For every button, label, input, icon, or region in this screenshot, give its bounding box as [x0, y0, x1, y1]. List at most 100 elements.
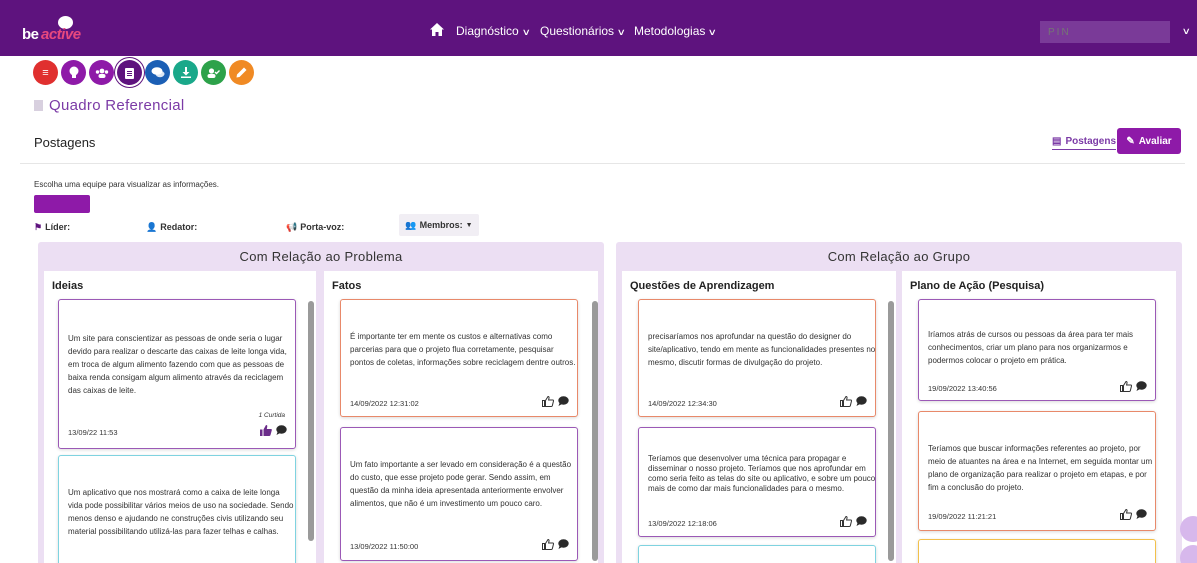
chevron-down-icon: ∨	[521, 27, 531, 37]
avaliar-button[interactable]: ✎ Avaliar	[1117, 128, 1181, 154]
group-icon[interactable]	[89, 60, 114, 85]
download-icon[interactable]	[173, 60, 198, 85]
chat-float-icon[interactable]	[1180, 516, 1197, 542]
post-card[interactable]: Teríamos que buscar informações referent…	[918, 411, 1156, 531]
nav-diagnostico[interactable]: Diagnóstico ∨	[456, 24, 531, 38]
postagens-tab-button[interactable]: ▤ Postagens	[1052, 136, 1117, 150]
thumbs-up-icon[interactable]	[840, 396, 852, 407]
membros-dropdown[interactable]: 👥 Membros: ▼	[399, 214, 479, 236]
thumbs-up-filled-icon[interactable]	[260, 425, 272, 436]
comment-icon[interactable]	[558, 396, 569, 406]
role-redator-label: Redator:	[160, 222, 198, 232]
comment-icon[interactable]	[558, 539, 569, 549]
section-heading: Postagens	[34, 135, 96, 150]
post-date: 14/09/2022 12:31:02	[350, 399, 419, 408]
post-card[interactable]: Um aplicativo que nos mostrará como a ca…	[58, 455, 296, 563]
scroll-up-float-icon[interactable]	[1180, 545, 1197, 563]
column-ideias-title: Ideias	[52, 280, 84, 292]
clipboard-icon[interactable]	[117, 60, 142, 85]
column-ideias: Ideias Um site para conscientizar as pes…	[44, 271, 316, 563]
pencil-icon[interactable]	[229, 60, 254, 85]
lightbulb-icon[interactable]	[61, 60, 86, 85]
likes-count: 1 Curtida	[258, 412, 285, 419]
nav-questionarios[interactable]: Questionários ∨	[540, 24, 626, 38]
lightbulb-glyph	[69, 66, 78, 78]
menu-icon[interactable]: ≡	[33, 60, 58, 85]
post-card[interactable]: É importante ter em mente os custos e al…	[340, 299, 578, 417]
post-date: 13/09/2022 12:18:06	[648, 519, 717, 528]
membros-label: Membros:	[419, 220, 463, 230]
post-card[interactable]: Um site para conscientizar as pessoas de…	[58, 299, 296, 449]
postagens-tab-label: Postagens	[1065, 136, 1117, 147]
clipboard-glyph	[125, 67, 134, 79]
thumbs-up-icon[interactable]	[542, 539, 554, 550]
role-porta-voz: 📢 Porta-voz:	[286, 222, 344, 233]
comment-icon[interactable]	[1136, 381, 1147, 391]
role-redator: 👤 Redator:	[146, 222, 197, 233]
post-text: É importante ter em mente os custos e al…	[350, 332, 576, 367]
scrollbar[interactable]	[592, 301, 598, 561]
user-menu-chevron-icon[interactable]: ∨	[1182, 26, 1191, 37]
tool-icons-bar: ≡	[33, 60, 254, 86]
user-check-glyph	[207, 67, 220, 78]
post-date: 19/09/2022 13:40:56	[928, 384, 997, 393]
nav-metodologias-label: Metodologias	[634, 24, 706, 38]
user-edit-icon: 👤	[146, 222, 158, 232]
column-fatos: Fatos É importante ter em mente os custo…	[324, 271, 598, 563]
role-porta-voz-label: Porta-voz:	[300, 222, 345, 232]
post-text: Teríamos que buscar informações referent…	[928, 444, 1153, 492]
board-problema: Com Relação ao Problema Ideias Um site p…	[38, 242, 604, 563]
caret-down-icon: ▼	[465, 221, 473, 229]
chevron-down-icon: ∨	[616, 27, 626, 37]
post-card[interactable]: Um fato importante a ser levado em consi…	[340, 427, 578, 561]
home-icon[interactable]	[430, 23, 444, 36]
chat-icon[interactable]	[145, 60, 170, 85]
user-check-icon[interactable]	[201, 60, 226, 85]
role-lider: ⚑ Líder:	[34, 222, 70, 233]
post-card[interactable]: Teríamos que desenvolver uma técnica par…	[638, 427, 876, 537]
pencil-glyph	[236, 67, 247, 78]
flag-icon: ⚑	[34, 222, 43, 232]
pencil-icon: ✎	[1126, 135, 1135, 147]
post-date: 19/09/2022 11:21:21	[928, 512, 997, 521]
post-card[interactable]: precisaríamos nos aprofundar na questão …	[638, 299, 876, 417]
clipboard-small-icon: ▤	[1052, 136, 1062, 147]
divider	[20, 163, 1185, 164]
thumbs-up-icon[interactable]	[1120, 381, 1132, 392]
role-lider-label: Líder:	[45, 222, 71, 232]
thumbs-up-icon[interactable]	[542, 396, 554, 407]
page-title-text: Quadro Referencial	[49, 97, 185, 114]
thumbs-up-icon[interactable]	[840, 516, 852, 527]
post-card[interactable]	[918, 539, 1156, 563]
post-text: Iríamos atrás de cursos ou pessoas da ár…	[928, 330, 1133, 365]
column-plano: Plano de Ação (Pesquisa) Iríamos atrás d…	[902, 271, 1176, 563]
board-problema-title: Com Relação ao Problema	[239, 249, 403, 264]
post-date: 13/09/2022 11:50:00	[350, 542, 419, 551]
post-text: Um aplicativo que nos mostrará como a ca…	[68, 488, 294, 536]
column-plano-title: Plano de Ação (Pesquisa)	[910, 280, 1045, 292]
chat-glyph	[151, 67, 164, 78]
post-card[interactable]	[638, 545, 876, 563]
pin-input[interactable]	[1040, 21, 1170, 43]
board-grupo: Com Relação ao Grupo Questões de Aprendi…	[616, 242, 1182, 563]
comment-icon[interactable]	[856, 516, 867, 526]
nav-diagnostico-label: Diagnóstico	[456, 24, 519, 38]
column-questoes-title: Questões de Aprendizagem	[630, 280, 775, 292]
logo-text-active: active	[41, 26, 81, 43]
beactive-logo[interactable]: be active	[22, 16, 92, 48]
team-select-button[interactable]	[34, 195, 90, 213]
scrollbar[interactable]	[308, 301, 314, 541]
avaliar-label: Avaliar	[1138, 135, 1172, 147]
scrollbar[interactable]	[888, 301, 894, 561]
comment-icon[interactable]	[1136, 509, 1147, 519]
post-text: Teríamos que desenvolver uma técnica par…	[648, 454, 876, 493]
thumbs-up-icon[interactable]	[1120, 509, 1132, 520]
post-card[interactable]: Iríamos atrás de cursos ou pessoas da ár…	[918, 299, 1156, 401]
choose-team-text: Escolha uma equipe para visualizar as in…	[34, 180, 219, 189]
logo-text-be: be	[22, 26, 39, 43]
column-fatos-title: Fatos	[332, 280, 362, 292]
comment-icon[interactable]	[276, 425, 287, 435]
nav-metodologias[interactable]: Metodologias ∨	[634, 24, 717, 38]
comment-icon[interactable]	[856, 396, 867, 406]
clipboard-small-icon	[34, 100, 43, 111]
